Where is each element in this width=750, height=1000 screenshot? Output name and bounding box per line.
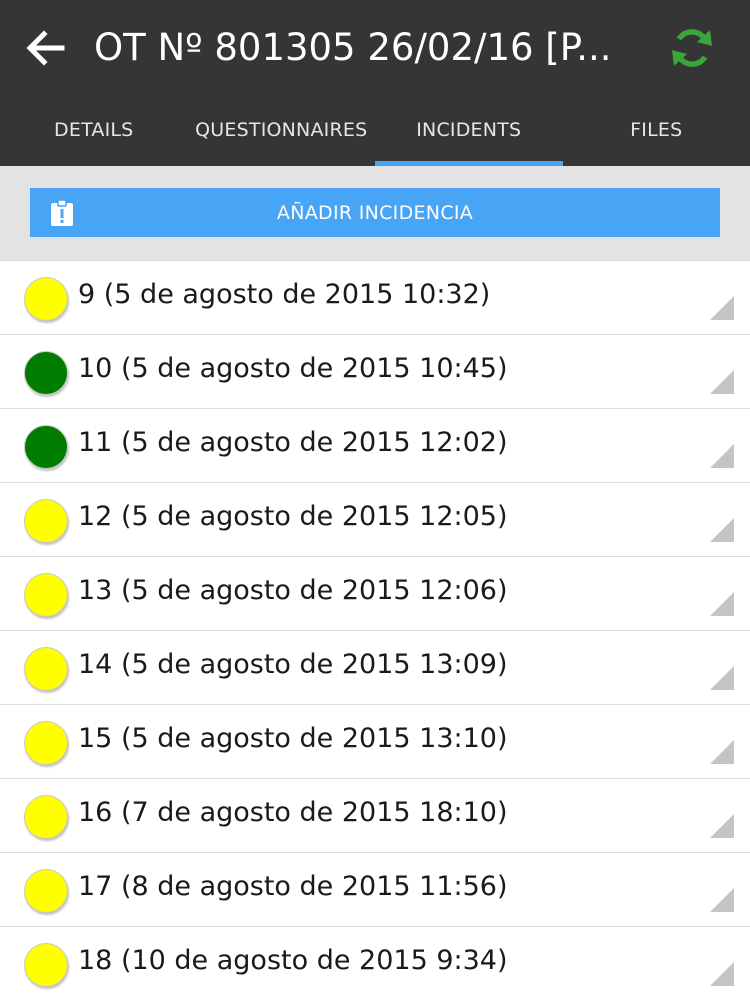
incident-label: 10 (5 de agosto de 2015 10:45) (78, 353, 508, 384)
refresh-button[interactable] (662, 18, 722, 78)
top-app-bar: OT Nº 801305 26/02/16 [P... (0, 0, 750, 96)
action-area: AÑADIR INCIDENCIA (0, 166, 750, 260)
clipboard-alert-icon (51, 199, 73, 226)
tab-bar: DETAILS QUESTIONNAIRES INCIDENTS FILES (0, 96, 750, 166)
incident-list: 9 (5 de agosto de 2015 10:32) 10 (5 de a… (0, 260, 750, 1000)
corner-triangle-icon (710, 592, 734, 616)
tab-questionnaires[interactable]: QUESTIONNAIRES (188, 96, 376, 166)
list-item[interactable]: 12 (5 de agosto de 2015 12:05) (0, 482, 750, 556)
incident-label: 14 (5 de agosto de 2015 13:09) (78, 649, 508, 680)
status-indicator-green (24, 351, 68, 395)
tab-label: DETAILS (54, 119, 134, 141)
list-item[interactable]: 17 (8 de agosto de 2015 11:56) (0, 852, 750, 926)
list-item[interactable]: 15 (5 de agosto de 2015 13:10) (0, 704, 750, 778)
tab-label: INCIDENTS (416, 119, 522, 141)
list-item[interactable]: 9 (5 de agosto de 2015 10:32) (0, 260, 750, 334)
incident-label: 13 (5 de agosto de 2015 12:06) (78, 575, 508, 606)
app-screen: OT Nº 801305 26/02/16 [P... DETAILS QUES… (0, 0, 750, 1000)
tab-label: FILES (630, 119, 683, 141)
tab-label: QUESTIONNAIRES (195, 119, 368, 141)
corner-triangle-icon (710, 962, 734, 986)
back-button[interactable] (18, 20, 74, 76)
page-title: OT Nº 801305 26/02/16 [P... (94, 26, 612, 69)
add-incident-button[interactable]: AÑADIR INCIDENCIA (30, 188, 720, 237)
corner-triangle-icon (710, 666, 734, 690)
status-indicator-yellow (24, 943, 68, 987)
status-indicator-yellow (24, 277, 68, 321)
status-indicator-yellow (24, 647, 68, 691)
incident-label: 11 (5 de agosto de 2015 12:02) (78, 427, 508, 458)
tab-files[interactable]: FILES (563, 96, 750, 166)
status-indicator-yellow (24, 869, 68, 913)
list-item[interactable]: 13 (5 de agosto de 2015 12:06) (0, 556, 750, 630)
corner-triangle-icon (710, 444, 734, 468)
corner-triangle-icon (710, 296, 734, 320)
corner-triangle-icon (710, 370, 734, 394)
incident-label: 15 (5 de agosto de 2015 13:10) (78, 723, 508, 754)
corner-triangle-icon (710, 814, 734, 838)
status-indicator-yellow (24, 721, 68, 765)
list-item[interactable]: 10 (5 de agosto de 2015 10:45) (0, 334, 750, 408)
corner-triangle-icon (710, 888, 734, 912)
status-indicator-yellow (24, 499, 68, 543)
incident-label: 17 (8 de agosto de 2015 11:56) (78, 871, 508, 902)
list-item[interactable]: 14 (5 de agosto de 2015 13:09) (0, 630, 750, 704)
status-indicator-green (24, 425, 68, 469)
incident-label: 16 (7 de agosto de 2015 18:10) (78, 797, 508, 828)
refresh-icon (672, 29, 712, 67)
status-indicator-yellow (24, 795, 68, 839)
tab-incidents[interactable]: INCIDENTS (375, 96, 563, 166)
list-item[interactable]: 11 (5 de agosto de 2015 12:02) (0, 408, 750, 482)
incident-label: 18 (10 de agosto de 2015 9:34) (78, 945, 508, 976)
add-incident-label: AÑADIR INCIDENCIA (276, 201, 474, 224)
status-indicator-yellow (24, 573, 68, 617)
arrow-left-icon (26, 30, 65, 66)
incident-label: 9 (5 de agosto de 2015 10:32) (78, 279, 491, 310)
list-item[interactable]: 18 (10 de agosto de 2015 9:34) (0, 926, 750, 1000)
incident-label: 12 (5 de agosto de 2015 12:05) (78, 501, 508, 532)
list-item[interactable]: 16 (7 de agosto de 2015 18:10) (0, 778, 750, 852)
tab-details[interactable]: DETAILS (0, 96, 188, 166)
corner-triangle-icon (710, 740, 734, 764)
corner-triangle-icon (710, 518, 734, 542)
